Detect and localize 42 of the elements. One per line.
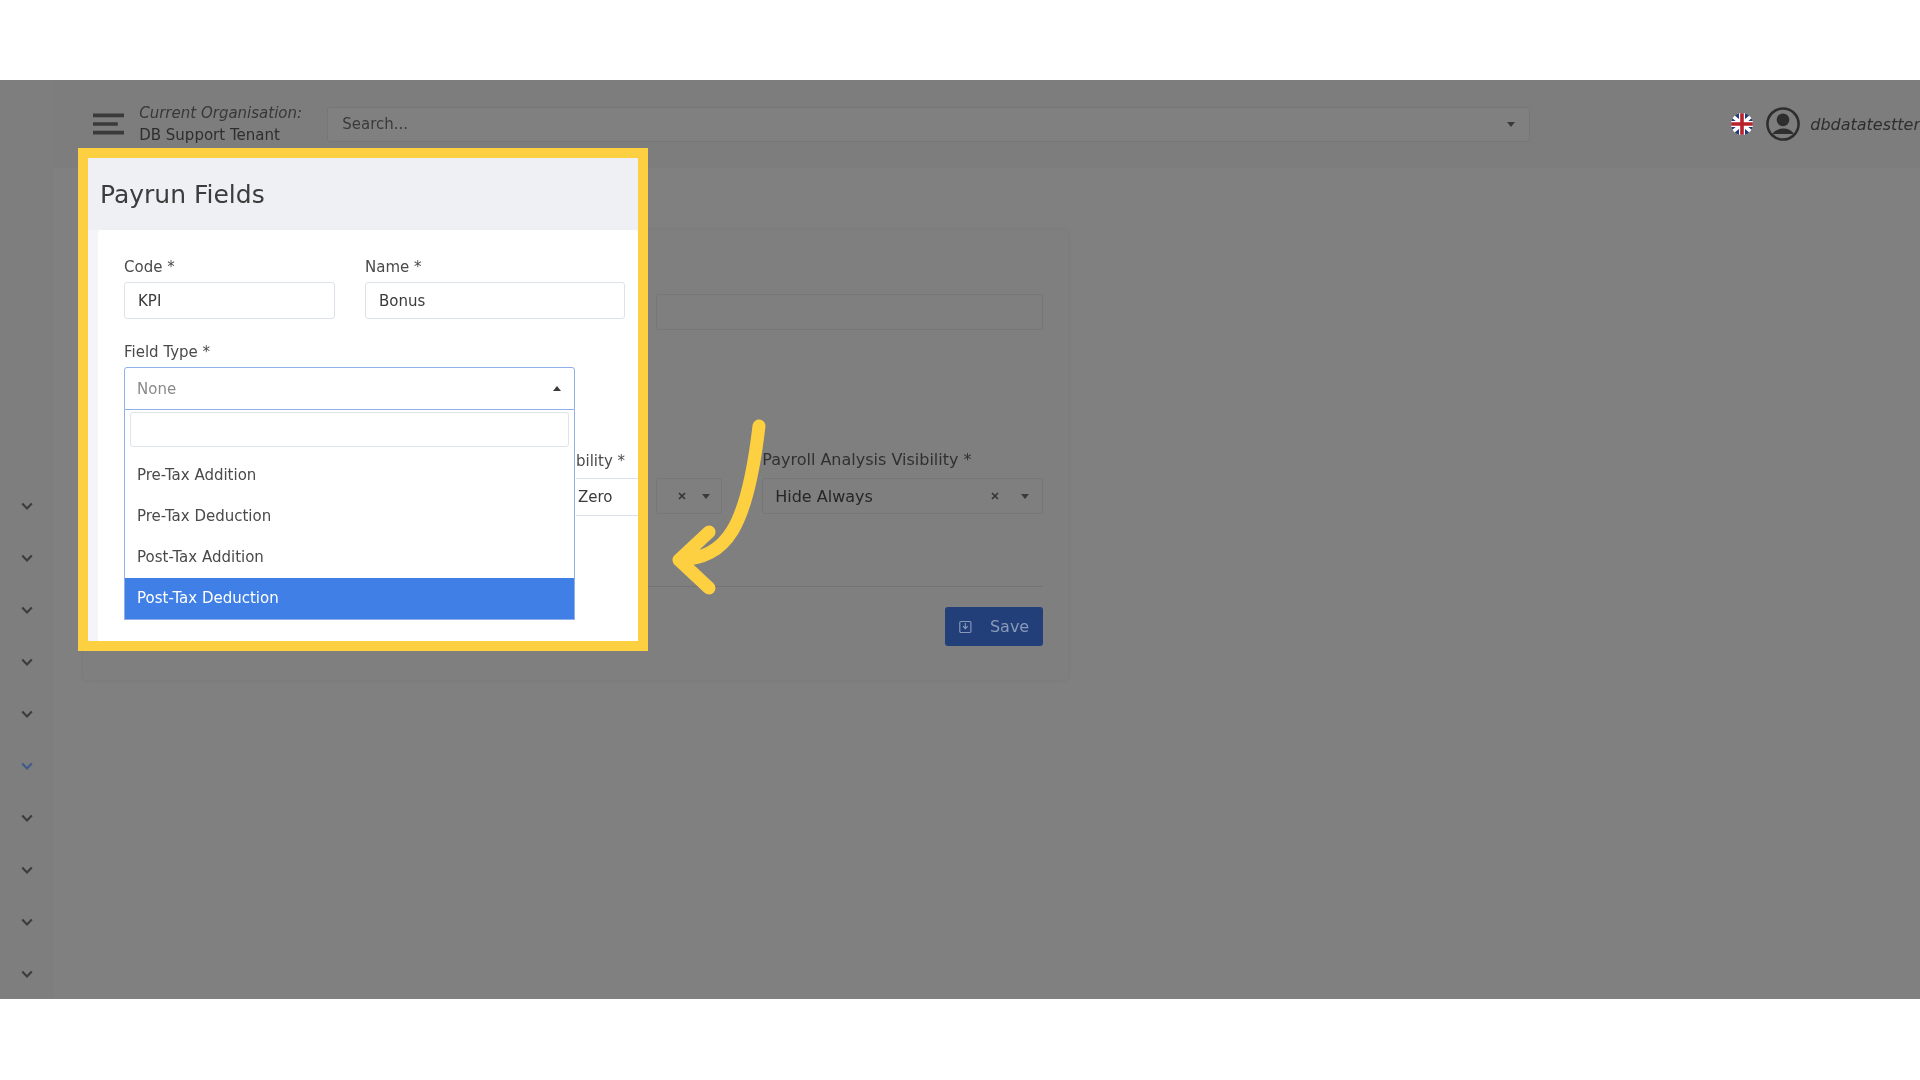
dropdown-field[interactable]: None	[124, 367, 575, 410]
caret-icon	[701, 491, 712, 501]
clear-icon[interactable]	[990, 491, 1001, 501]
chevron-icon[interactable]	[20, 708, 33, 720]
dropdown-option[interactable]: Pre-Tax Addition	[125, 455, 574, 496]
field-label: bility *	[576, 451, 627, 472]
select-field[interactable]: Zero	[576, 478, 638, 516]
field-value: Bonus	[379, 291, 426, 310]
dropdown-value: None	[137, 379, 177, 398]
caret-icon	[1020, 491, 1031, 501]
organisation-name: DB Support Tenant	[139, 126, 281, 144]
chevron-icon[interactable]	[20, 916, 33, 928]
text-field[interactable]: Bonus	[365, 282, 625, 319]
menu-icon[interactable]	[93, 113, 125, 135]
select-value: Hide Always	[775, 486, 874, 506]
select-value: Zero	[578, 488, 613, 506]
chevron-icon[interactable]	[20, 656, 33, 668]
field-label: Code *	[124, 258, 176, 278]
user-avatar-icon[interactable]	[1766, 107, 1801, 141]
chevron-icon[interactable]	[20, 968, 33, 980]
chevron-icon[interactable]	[20, 604, 33, 616]
organisation-label: Current Organisation:	[139, 104, 304, 122]
field-label: Field Type *	[124, 343, 212, 363]
dropdown-option[interactable]: Post-Tax Addition	[125, 537, 574, 578]
text-field[interactable]: KPI	[124, 282, 335, 319]
dropdown-option[interactable]: Post-Tax Deduction	[125, 578, 574, 619]
field-label: Name *	[365, 258, 423, 278]
search-field[interactable]: Search...	[327, 106, 1531, 142]
dropdown-option[interactable]: Pre-Tax Deduction	[125, 496, 574, 537]
chevron-icon[interactable]	[20, 552, 33, 564]
flag-icon[interactable]	[1730, 112, 1755, 136]
chevron-icon[interactable]	[20, 760, 33, 772]
chevron-icon[interactable]	[20, 864, 33, 876]
select-field[interactable]	[656, 478, 723, 514]
field-label: Payroll Analysis Visibility *	[762, 450, 973, 471]
chevron-icon[interactable]	[20, 500, 33, 512]
save-button[interactable]: Save	[945, 607, 1044, 646]
field-value: KPI	[138, 291, 162, 310]
chevron-icon[interactable]	[20, 812, 33, 824]
select-field[interactable]: Hide Always	[762, 478, 1044, 514]
page-title: Payrun Fields	[100, 179, 265, 209]
clear-icon[interactable]	[677, 491, 688, 501]
